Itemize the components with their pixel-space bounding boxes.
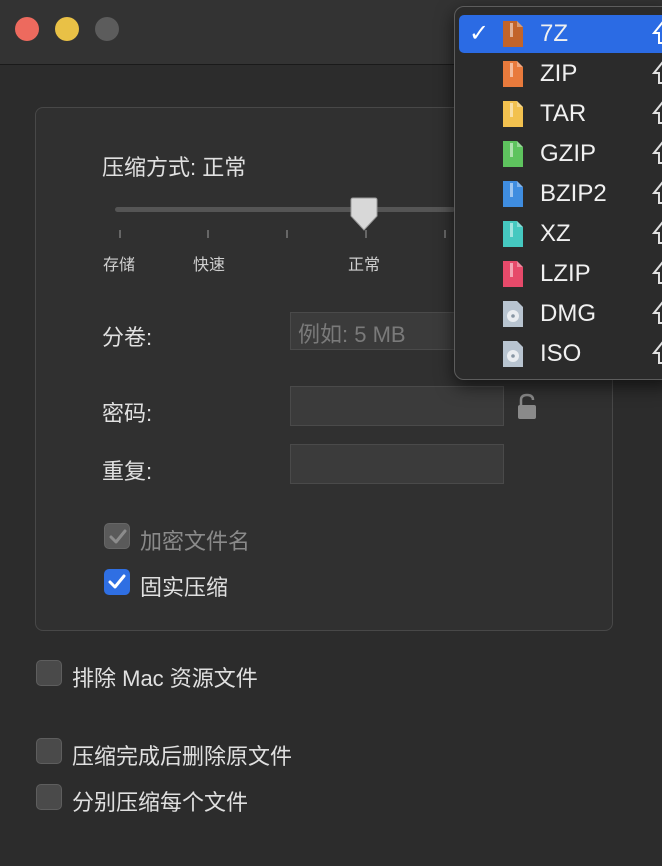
slider-tick [444, 230, 446, 238]
disk-image-icon [503, 341, 523, 367]
archive-file-icon [503, 181, 523, 207]
solid-compression-label: 固实压缩 [140, 575, 229, 600]
menu-item-bzip2[interactable]: BZIP2 [459, 175, 662, 213]
archive-file-icon [503, 61, 523, 87]
encrypt-filenames-checkbox[interactable] [104, 523, 130, 549]
menu-item-label: DMG [540, 300, 596, 327]
archive-file-icon [503, 221, 523, 247]
menu-item-7z[interactable]: ✓ 7Z [459, 15, 662, 53]
menu-item-label: XZ [540, 220, 571, 247]
minimize-window-button[interactable] [55, 17, 79, 41]
compress-separately-checkbox[interactable] [36, 784, 62, 810]
menu-item-label: ZIP [540, 60, 578, 87]
compress-separately-label: 分别压缩每个文件 [72, 790, 249, 815]
exclude-mac-resources-label: 排除 Mac 资源文件 [72, 666, 258, 691]
exclude-mac-resources-checkbox[interactable] [36, 660, 62, 686]
menu-item-iso[interactable]: ISO [459, 335, 662, 373]
menu-item-label: ISO [540, 340, 582, 367]
level-label-store: 存储 [103, 257, 136, 274]
menu-item-xz[interactable]: XZ [459, 215, 662, 253]
menu-item-label: TAR [540, 100, 587, 127]
menu-item-tar[interactable]: TAR [459, 95, 662, 133]
password-field[interactable] [290, 386, 504, 426]
shift-icon [652, 341, 662, 364]
archive-file-icon [503, 101, 523, 127]
menu-item-label: 7Z [540, 20, 569, 47]
disk-image-icon [503, 301, 523, 327]
shift-icon [652, 181, 662, 204]
split-label: 分卷: [102, 325, 153, 350]
shift-icon [652, 221, 662, 244]
slider-tick [286, 230, 288, 238]
slider-tick [207, 230, 209, 238]
menu-item-zip[interactable]: ZIP [459, 55, 662, 93]
encrypt-filenames-label: 加密文件名 [140, 529, 251, 554]
split-size-input[interactable]: 例如: 5 MB [290, 312, 460, 350]
slider-tick [119, 230, 121, 238]
menu-item-label: BZIP2 [540, 180, 607, 207]
menu-item-label: GZIP [540, 140, 597, 167]
compression-method-label: 压缩方式: 正常 [102, 155, 247, 180]
checkmark-icon [108, 574, 126, 589]
archive-file-icon [503, 261, 523, 287]
shift-icon [652, 101, 662, 124]
menu-item-gzip[interactable]: GZIP [459, 135, 662, 173]
archive-file-icon [503, 21, 523, 47]
archive-file-icon [503, 141, 523, 167]
level-label-fast: 快速 [193, 257, 226, 274]
menu-item-dmg[interactable]: DMG [459, 295, 662, 333]
delete-after-compress-label: 压缩完成后删除原文件 [72, 744, 293, 769]
shift-icon [652, 61, 662, 84]
menu-item-label: LZIP [540, 260, 591, 287]
solid-compression-checkbox[interactable] [104, 569, 130, 595]
zoom-window-button[interactable] [95, 17, 119, 41]
shift-icon [652, 21, 662, 44]
repeat-password-label: 重复: [102, 459, 153, 484]
menu-item-lzip[interactable]: LZIP [459, 255, 662, 293]
password-label: 密码: [102, 401, 153, 426]
format-dropdown-menu: ✓ 7Z ZIP TAR GZIP BZIP2 XZ LZIP DMG ISO [454, 6, 662, 380]
shift-icon [652, 261, 662, 284]
checkmark-icon: ✓ [469, 20, 490, 47]
delete-after-compress-checkbox[interactable] [36, 738, 62, 764]
slider-thumb[interactable] [349, 196, 379, 232]
level-label-normal: 正常 [348, 257, 381, 274]
compression-level-slider[interactable] [115, 207, 455, 212]
close-window-button[interactable] [15, 17, 39, 41]
checkmark-icon [109, 529, 127, 544]
unlock-icon[interactable] [516, 393, 538, 421]
shift-icon [652, 301, 662, 324]
repeat-password-field[interactable] [290, 444, 504, 484]
shift-icon [652, 141, 662, 164]
